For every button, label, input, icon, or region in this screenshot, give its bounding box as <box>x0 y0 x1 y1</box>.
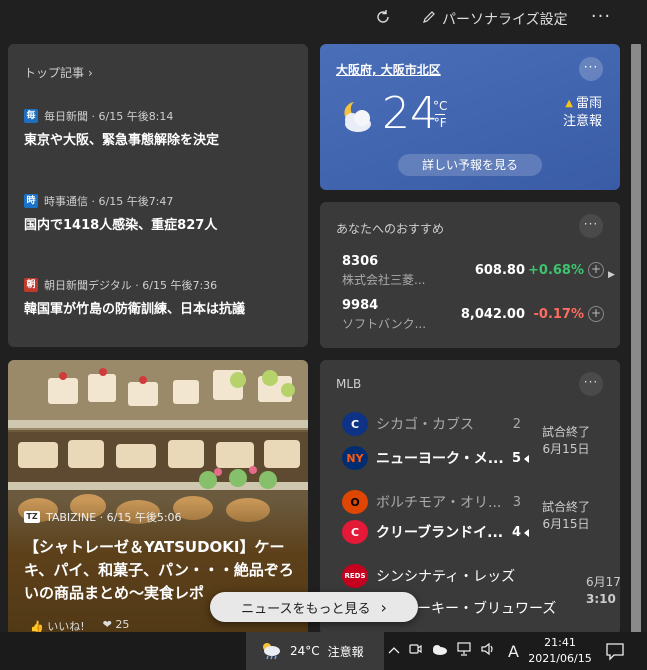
personalize-label: パーソナライズ設定 <box>442 12 568 28</box>
team-score: 2 <box>512 417 521 432</box>
team-name: シンシナティ・レッズ <box>376 569 516 585</box>
story-title[interactable]: 韓国軍が竹島の防衛訓練、日本は抗議 <box>24 298 299 317</box>
story-source: 時事通信 · 6/15 午後7:47 <box>44 195 174 208</box>
unit-fahrenheit[interactable]: °F <box>434 116 447 130</box>
asahi-logo-icon: 朝 <box>24 278 38 292</box>
winner-marker-icon <box>524 529 529 537</box>
add-stock-icon[interactable]: + <box>588 262 604 278</box>
mlb-menu-icon[interactable]: ··· <box>579 372 603 396</box>
stock-change: -0.17% <box>533 307 585 322</box>
stock-row[interactable]: 8306 株式会社三菱... 608.80 +0.68% + <box>342 254 604 290</box>
feed-scrollbar[interactable] <box>629 44 643 634</box>
team-row[interactable]: REDS シンシナティ・レッズ <box>342 564 542 588</box>
chevron-right-icon: › <box>380 597 387 617</box>
pencil-icon <box>422 10 436 28</box>
taskbar-clock[interactable]: 21:41 2021/06/15 <box>527 635 593 667</box>
team-score: 3 <box>512 495 521 510</box>
recommendations-card: あなたへのおすすめ ··· 8306 株式会社三菱... 608.80 +0.6… <box>320 202 620 348</box>
team-name: ニューヨーク・メ... <box>376 451 504 467</box>
cloudy-rain-icon <box>260 640 282 663</box>
forecast-button[interactable]: 詳しい予報を見る <box>398 154 542 176</box>
game-status: 試合終了 6月15日 <box>541 500 590 531</box>
stock-row[interactable]: 9984 ソフトバンク... 8,042.00 -0.17% + <box>342 298 604 334</box>
mets-logo-icon: NY <box>342 446 368 470</box>
story-source: 朝日新聞デジタル · 6/15 午後7:36 <box>44 279 218 292</box>
stock-name: ソフトバンク... <box>342 317 427 331</box>
stock-change: +0.68% <box>528 263 584 278</box>
add-stock-icon[interactable]: + <box>588 306 604 322</box>
taskbar-weather-temp: 24°C <box>290 644 320 658</box>
partly-cloudy-night-icon <box>334 96 378 136</box>
network-icon[interactable] <box>456 642 472 660</box>
recommendations-menu-icon[interactable]: ··· <box>579 214 603 238</box>
system-tray: A <box>388 632 519 670</box>
story-source: 毎日新聞 · 6/15 午後8:14 <box>44 110 174 123</box>
weather-alert[interactable]: ▲ 雷雨 注意報 <box>556 95 602 131</box>
taskbar-weather-button[interactable]: 24°C 注意報 <box>246 632 384 670</box>
cubs-logo-icon: C <box>342 412 368 436</box>
clock-date: 2021/06/15 <box>528 652 592 665</box>
stock-price: 8,042.00 <box>460 307 525 322</box>
weather-card[interactable]: 大阪府, 大阪市北区 ··· 24 °C °F ▲ 雷雨 注意報 詳しい予報を見… <box>320 44 620 190</box>
feed-toolbar: パーソナライズ設定 ··· <box>0 0 647 38</box>
winner-marker-icon <box>524 455 529 463</box>
team-name: シカゴ・カブス <box>376 417 474 433</box>
tabizine-logo-icon: TZ <box>24 511 40 523</box>
game-status: 6月17 3:10 <box>586 575 620 606</box>
image-news-source: TZ TABIZINE · 6/15 午後5:06 <box>24 509 182 525</box>
orioles-logo-icon: O <box>342 490 368 514</box>
show-hidden-icons-icon[interactable] <box>388 644 400 659</box>
volume-icon[interactable] <box>480 642 496 660</box>
team-score: 4 <box>511 525 521 540</box>
temperature-units[interactable]: °C °F <box>433 99 447 130</box>
more-options-icon[interactable]: ··· <box>590 8 612 30</box>
story-item[interactable]: 朝 朝日新聞デジタル · 6/15 午後7:36 韓国軍が竹島の防衛訓練、日本は… <box>24 277 299 317</box>
stock-price: 608.80 <box>474 263 525 278</box>
mainichi-logo-icon: 毎 <box>24 109 38 123</box>
personalize-button[interactable]: パーソナライズ設定 <box>422 8 568 30</box>
notification-center-icon[interactable] <box>604 640 626 662</box>
weather-location[interactable]: 大阪府, 大阪市北区 <box>336 61 441 78</box>
game-status: 試合終了 6月15日 <box>541 425 590 456</box>
taskbar: 24°C 注意報 A 21:41 2021/06/15 <box>0 632 647 670</box>
ime-indicator[interactable]: A <box>508 642 519 661</box>
scrollbar-thumb[interactable] <box>631 44 641 634</box>
unit-celsius[interactable]: °C <box>433 99 447 113</box>
reds-logo-icon: REDS <box>342 564 368 588</box>
story-title[interactable]: 国内で1418人感染、重症827人 <box>24 214 299 233</box>
team-score: 5 <box>511 451 521 466</box>
weather-temperature: 24 <box>382 88 438 139</box>
top-stories-card: トップ記事 › 毎 毎日新聞 · 6/15 午後8:14 東京や大阪、緊急事態解… <box>8 44 308 347</box>
stock-code: 9984 <box>342 298 379 313</box>
clock-time: 21:41 <box>544 636 576 649</box>
story-item[interactable]: 毎 毎日新聞 · 6/15 午後8:14 東京や大阪、緊急事態解除を決定 <box>24 108 299 148</box>
see-more-news-button[interactable]: ニュースをもっと見る › <box>210 592 418 622</box>
onedrive-icon[interactable] <box>430 643 448 659</box>
stock-code: 8306 <box>342 254 379 269</box>
recommendations-header: あなたへのおすすめ <box>336 222 445 236</box>
taskbar-weather-alert: 注意報 <box>327 644 364 659</box>
team-name: クリーブランドイ... <box>376 525 504 541</box>
team-name: ボルチモア・オリ... <box>376 495 502 511</box>
story-title[interactable]: 東京や大阪、緊急事態解除を決定 <box>24 129 299 148</box>
warning-icon: ▲ <box>565 98 573 109</box>
mlb-header: MLB <box>336 377 362 391</box>
chevron-right-icon: › <box>88 65 93 80</box>
jiji-logo-icon: 時 <box>24 194 38 208</box>
indians-logo-icon: C <box>342 520 368 544</box>
meet-now-icon[interactable] <box>408 642 422 660</box>
weather-menu-icon[interactable]: ··· <box>579 57 603 81</box>
reaction-emoji-icon: ❤ <box>102 618 112 631</box>
stock-name: 株式会社三菱... <box>342 273 426 287</box>
story-item[interactable]: 時 時事通信 · 6/15 午後7:47 国内で1418人感染、重症827人 <box>24 193 299 233</box>
top-stories-header[interactable]: トップ記事 › <box>24 64 93 81</box>
next-arrow-icon[interactable]: ▶ <box>608 270 615 280</box>
refresh-icon[interactable] <box>372 8 394 30</box>
